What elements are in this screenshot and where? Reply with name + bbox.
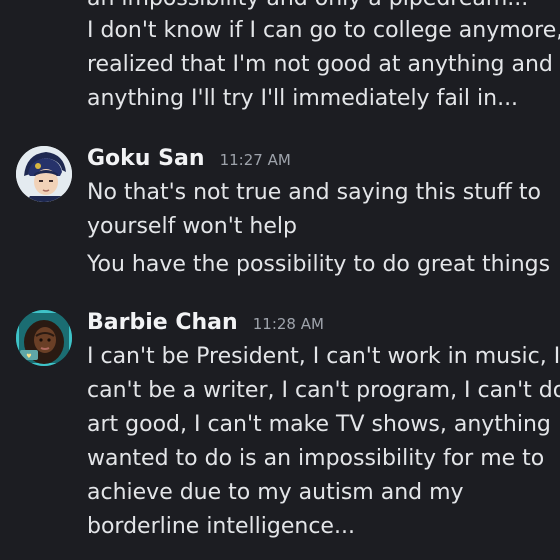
message-line: wanted to do is an impossibility for me … bbox=[87, 446, 545, 471]
timestamp: 11:28 AM bbox=[252, 315, 324, 333]
username[interactable]: Goku San bbox=[87, 146, 204, 171]
message-line: realized that I'm not good at anything a… bbox=[87, 52, 553, 77]
timestamp: 11:27 AM bbox=[219, 151, 291, 169]
message-line: borderline intelligence... bbox=[87, 514, 355, 539]
message-line: I don't know if I can go to college anym… bbox=[87, 18, 560, 43]
message-line: You have the possibility to do great thi… bbox=[87, 252, 551, 277]
message-line: art good, I can't make TV shows, anythin… bbox=[87, 412, 560, 437]
chat-messages: an impossibility and only a pipedream...… bbox=[0, 0, 560, 560]
message-header: Goku San 11:27 AM bbox=[87, 142, 291, 176]
message-line: No that's not true and saying this stuff… bbox=[87, 180, 542, 205]
message-header: Barbie Chan 11:28 AM bbox=[87, 306, 324, 340]
barbie-avatar-image: ♥ bbox=[16, 310, 72, 366]
svg-text:♥: ♥ bbox=[26, 353, 31, 360]
username[interactable]: Barbie Chan bbox=[87, 310, 238, 335]
avatar[interactable]: ♥ bbox=[16, 310, 72, 366]
message-line: I can't be President, I can't work in mu… bbox=[87, 344, 560, 369]
message-line: anything I'll try I'll immediately fail … bbox=[87, 86, 519, 111]
message-line: achieve due to my autism and my bbox=[87, 480, 464, 505]
message-line: can't be a writer, I can't program, I ca… bbox=[87, 378, 560, 403]
goku-avatar-image bbox=[16, 146, 72, 202]
message-line: yourself won't help bbox=[87, 214, 297, 239]
avatar[interactable] bbox=[16, 146, 72, 202]
